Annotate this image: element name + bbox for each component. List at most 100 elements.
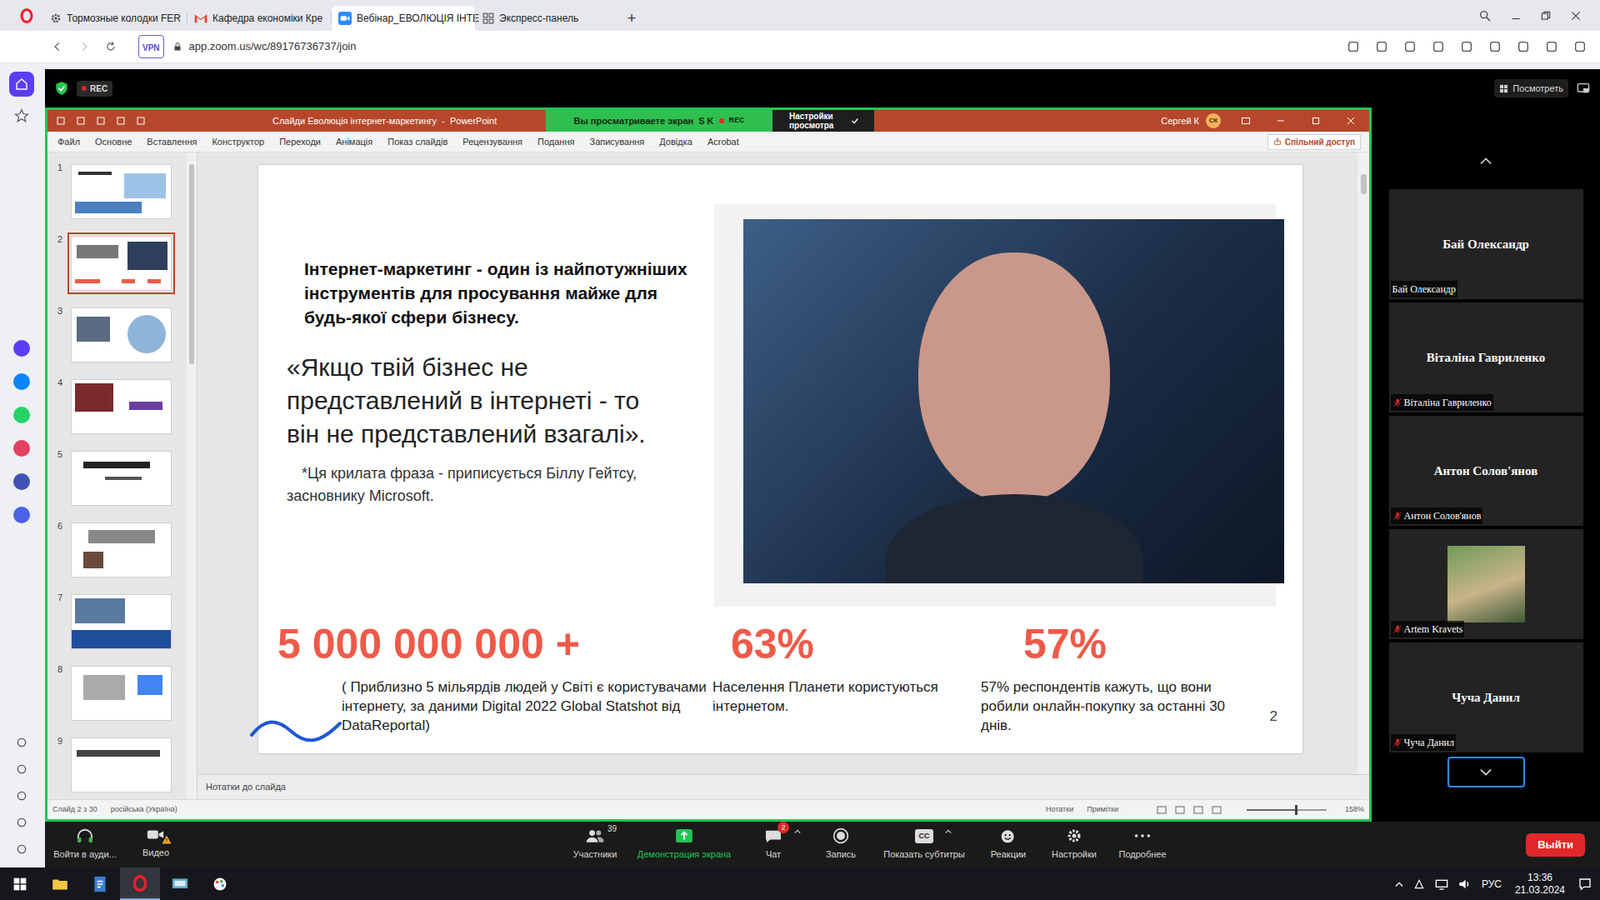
close-icon[interactable] [1570,10,1582,22]
toolbar-button[interactable]: Войти в ауди... [51,827,119,862]
minimize-icon[interactable] [1510,10,1522,22]
thumbnail-frame[interactable] [67,662,175,725]
redo-icon[interactable] [95,115,106,126]
ribbon-tab[interactable]: Основне [95,135,132,150]
sidebar-app-icon[interactable] [13,373,30,390]
camera-icon[interactable] [1375,40,1389,54]
browser-tab[interactable]: Кафедра економіки Кре [187,5,331,31]
toolbar-button[interactable]: Реакции [977,827,1040,862]
participant-tile[interactable]: Віталіна ГавриленкоВіталіна Гавриленко [1389,302,1584,413]
ribbon-tab[interactable]: Довідка [659,135,693,150]
thumbnail-frame[interactable] [67,734,175,796]
toolbar-button[interactable]: Подробнее [1109,827,1176,862]
toolbar-button[interactable]: 2Чат [735,827,811,862]
view-settings-button[interactable]: Настройки просмотра [772,110,875,132]
participant-tile[interactable]: Чуча ДанилЧуча Данил [1389,642,1584,753]
ribbon-tab[interactable]: Переходи [279,135,321,150]
scroll-down-button[interactable] [1447,756,1525,788]
slide-thumbnail[interactable]: 1 [50,160,187,233]
customize-icon[interactable] [135,115,146,126]
slide-thumbnail[interactable]: 9 [50,734,187,800]
participant-tile[interactable]: Artem Kravets [1389,529,1584,640]
more-icon[interactable] [15,842,29,856]
participant-tile[interactable]: Бай ОлександрБай Олександр [1389,189,1584,300]
zoom-slider[interactable] [1246,809,1327,811]
star-icon[interactable] [14,108,30,124]
clock[interactable]: 13:3621.03.2024 [1511,871,1569,897]
back-icon[interactable] [51,40,64,53]
ribbon-tab[interactable]: Конструктор [211,135,265,150]
toolbar-button[interactable]: Демонстрация экрана [632,827,736,862]
reading-view-icon[interactable] [1193,805,1204,815]
tray-app-icon[interactable] [1413,878,1425,890]
taskbar-app[interactable] [40,867,80,900]
toolbar-button[interactable]: 39Участники [557,827,633,862]
slideshow-view-icon[interactable] [1211,805,1222,815]
ribbon-tab[interactable]: Анімація [335,135,373,150]
taskbar-app[interactable] [80,867,120,900]
shield-icon[interactable] [1403,40,1417,54]
caret-up-icon[interactable] [794,829,801,835]
close-icon[interactable] [1345,115,1356,126]
scroll-up-button[interactable] [1479,150,1493,171]
ribbon-tab[interactable]: Рецензування [462,135,523,150]
leave-button[interactable]: Выйти [1525,833,1585,857]
heart-icon[interactable] [1460,40,1474,54]
network-icon[interactable] [1435,878,1449,890]
tray-chevron-icon[interactable] [1395,880,1404,888]
menu-icon[interactable] [1516,40,1530,54]
slide-scrollbar[interactable] [1357,152,1370,775]
sidebar-app-icon[interactable] [13,506,30,524]
notes-bar[interactable]: Нотатки до слайда [197,774,1370,800]
thumbnail-frame[interactable] [67,160,175,223]
heart-icon[interactable] [15,735,29,750]
participant-tile[interactable]: Антон Солов'яновАнтон Солов'янов [1389,415,1584,526]
toolbar-button[interactable]: CCПоказать субтитры [870,827,978,862]
thumbnail-frame[interactable] [67,304,175,366]
slide-thumbnail[interactable]: 3 [50,304,187,376]
ribbon-tab[interactable]: Подання [537,135,575,150]
ribbon-display-icon[interactable] [1240,115,1251,126]
fullscreen-icon[interactable] [1576,82,1590,95]
restore-icon[interactable] [1310,115,1321,126]
thumbnail-scrollbar[interactable] [186,152,197,800]
ribbon-tab[interactable]: Показ слайдів [387,135,448,150]
play-icon[interactable] [1431,40,1445,54]
toolbar-button[interactable]: Настройки [1039,827,1110,862]
sidebar-app-icon[interactable] [13,340,30,357]
minimize-icon[interactable] [1275,115,1286,126]
browser-tab[interactable]: Экспресс-панель [475,5,620,31]
ribbon-tab[interactable]: Записування [589,135,645,150]
notifications-icon[interactable] [1578,877,1592,891]
slide-thumbnail[interactable]: 4 [50,375,187,448]
toolbar-button[interactable]: Запись [810,827,871,862]
settings-icon[interactable] [15,789,29,803]
slide-thumbnail[interactable]: 8 [50,662,187,735]
thumbnail-frame[interactable] [67,447,175,510]
restore-icon[interactable] [1540,10,1552,22]
sorter-view-icon[interactable] [1175,805,1185,815]
vpn-badge[interactable]: VPN [138,35,165,59]
slide-thumbnail[interactable]: 2 [50,232,187,305]
slide-thumbnail[interactable]: 5 [50,447,187,520]
share-button[interactable]: Спільний доступ [1267,134,1361,150]
home-icon[interactable] [9,71,35,97]
ribbon-tab[interactable]: Файл [57,135,80,150]
search-icon[interactable] [1478,9,1492,23]
taskbar-app[interactable] [120,867,160,900]
volume-icon[interactable] [1458,878,1472,890]
normal-view-icon[interactable] [1156,805,1167,815]
cube-icon[interactable] [1573,40,1587,54]
sidebar-app-icon[interactable] [13,406,30,424]
taskbar-app[interactable] [160,867,200,900]
forward-icon[interactable] [78,40,90,53]
tips-icon[interactable] [15,815,29,830]
ribbon-tab[interactable]: Acrobat [707,135,740,150]
save-icon[interactable] [55,115,66,126]
thumbnail-frame[interactable] [67,375,175,438]
browser-tab[interactable]: Вебінар_ЕВОЛЮЦІЯ ІНТЕ [331,5,475,31]
thumbnail-frame[interactable] [67,519,175,581]
present-icon[interactable] [115,115,126,126]
slide-thumbnail[interactable]: 6 [50,519,187,591]
caret-up-icon[interactable] [945,829,952,835]
